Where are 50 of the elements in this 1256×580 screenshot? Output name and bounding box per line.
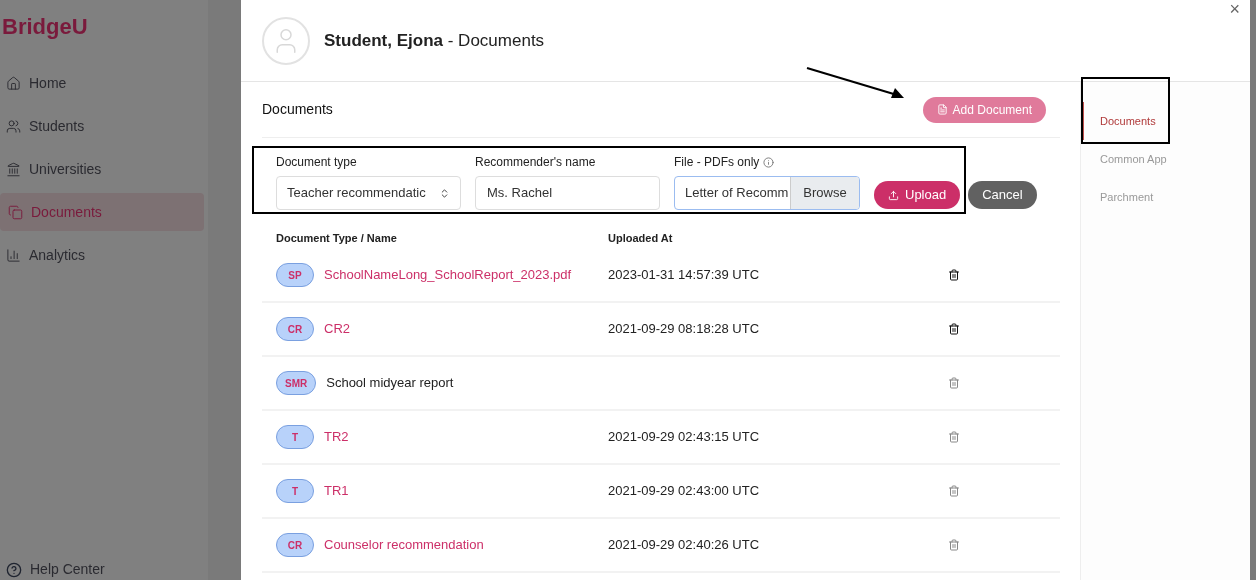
sidebar-item[interactable]: Home bbox=[0, 64, 204, 102]
document-link[interactable]: CR2 bbox=[324, 319, 350, 339]
add-document-button[interactable]: Add Document bbox=[922, 96, 1046, 123]
uploaded-at: 2021-09-29 02:43:15 UTC bbox=[608, 428, 761, 447]
document-type-badge: CR bbox=[276, 533, 314, 557]
field-label: Recommender's name bbox=[475, 154, 597, 171]
document-type-badge: T bbox=[276, 479, 314, 503]
uploaded-at: 2021-09-29 02:43:00 UTC bbox=[608, 482, 761, 501]
document-type-badge: T bbox=[276, 425, 314, 449]
upload-button[interactable]: Upload bbox=[874, 181, 961, 209]
document-link[interactable]: Counselor recommendation bbox=[324, 535, 484, 555]
cancel-button[interactable]: Cancel bbox=[968, 181, 1037, 209]
delete-icon[interactable] bbox=[948, 269, 960, 281]
uploaded-at: 2021-09-29 08:18:28 UTC bbox=[608, 320, 761, 339]
info-icon bbox=[763, 156, 775, 168]
modal-title: Student, Ejona - Documents bbox=[324, 29, 545, 52]
close-button[interactable]: × bbox=[1229, 0, 1240, 18]
bank-icon bbox=[6, 161, 21, 177]
column-header: Document Type / Name bbox=[276, 230, 398, 246]
document-name: School midyear report bbox=[326, 374, 454, 393]
document-link[interactable]: TR1 bbox=[324, 481, 349, 501]
field-label: Document type bbox=[276, 154, 358, 171]
column-header: Uploaded At bbox=[608, 230, 673, 246]
document-link[interactable]: TR2 bbox=[324, 427, 349, 447]
field-label: File - PDFs only bbox=[674, 154, 760, 171]
document-type-select[interactable]: Teacher recommendatic bbox=[276, 176, 461, 210]
documents-icon bbox=[8, 204, 23, 220]
bridgeu-logo: BridgeU bbox=[1, 13, 89, 41]
sidebar-item[interactable]: Students bbox=[0, 107, 204, 145]
file-icon bbox=[936, 104, 948, 115]
uploaded-at: 2021-09-29 02:40:26 UTC bbox=[608, 536, 761, 555]
section-title: Documents bbox=[262, 100, 333, 119]
help-icon bbox=[6, 561, 22, 578]
home-icon bbox=[6, 75, 21, 91]
delete-icon[interactable] bbox=[948, 323, 960, 335]
sidebar-item[interactable]: Universities bbox=[0, 150, 204, 188]
document-type-badge: SMR bbox=[276, 371, 317, 395]
help-center-link[interactable]: Help Center bbox=[30, 559, 105, 580]
bar-chart-icon bbox=[6, 247, 21, 263]
document-type-badge: CR bbox=[276, 317, 314, 341]
upload-icon bbox=[888, 189, 899, 201]
users-icon bbox=[6, 118, 21, 134]
sidebar-item[interactable]: Analytics bbox=[0, 236, 204, 274]
document-type-badge: SP bbox=[276, 263, 314, 287]
select-caret-icon bbox=[439, 187, 450, 199]
side-nav-tab[interactable]: Parchment bbox=[1081, 178, 1250, 216]
uploaded-at: 2023-01-31 14:57:39 UTC bbox=[608, 266, 761, 285]
recommender-name-field[interactable]: Ms. Rachel bbox=[475, 176, 660, 210]
side-nav-tab[interactable]: Common App bbox=[1081, 140, 1250, 178]
document-link[interactable]: SchoolNameLong_SchoolReport_2023.pdf bbox=[324, 265, 572, 285]
